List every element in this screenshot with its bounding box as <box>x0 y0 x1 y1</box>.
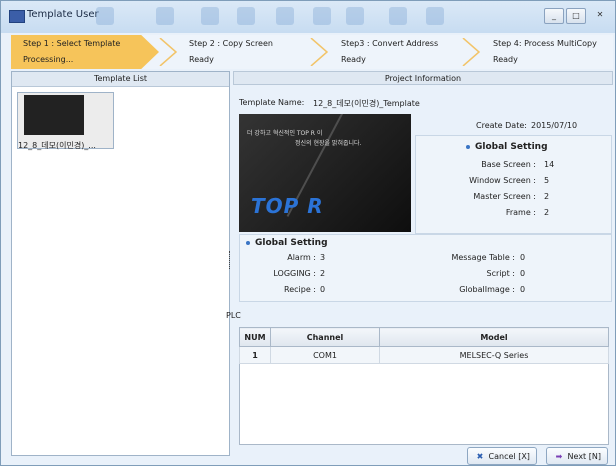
setting-value: 0 <box>520 253 526 262</box>
setting-value: 5 <box>544 176 550 185</box>
next-arrow-icon: ➡ <box>555 452 563 461</box>
toolbar-ghost-icon <box>346 7 364 25</box>
step-3: Step3 : Convert Address Ready <box>329 35 469 69</box>
toolbar-ghost-icon <box>96 7 114 25</box>
plc-model-cell[interactable]: MELSEC-Q Series <box>379 346 609 364</box>
step-label: Step 4: Process MultiCopy <box>493 39 597 48</box>
step-status: Processing... <box>23 55 74 64</box>
window-title: Template User <box>27 9 99 20</box>
global-setting-title: Global Setting <box>246 238 328 248</box>
setting-value: 2 <box>544 208 550 217</box>
column-header-channel[interactable]: Channel <box>270 327 380 347</box>
setting-value: 2 <box>544 192 550 201</box>
setting-label: Alarm : <box>287 253 316 262</box>
template-preview-image: 더 강하고 혁신적인 TOP R 이 정신의 현장을 밝혀줍니다. TOP R <box>239 114 411 232</box>
next-button[interactable]: ➡ Next [N] <box>546 447 608 465</box>
create-date-value: 2015/07/10 <box>531 121 578 130</box>
setting-label: Frame : <box>505 208 536 217</box>
toolbar-ghost-icon <box>237 7 255 25</box>
setting-label: GlobalImage : <box>459 285 515 294</box>
chevron-icon <box>310 38 329 66</box>
plc-num-cell[interactable]: 1 <box>239 346 271 364</box>
chevron-icon <box>159 38 178 66</box>
cancel-button-label: Cancel [X] <box>488 452 530 461</box>
toolbar-ghost-icon <box>426 7 444 25</box>
topr-logo: TOP R <box>251 194 324 218</box>
column-header-num[interactable]: NUM <box>239 327 271 347</box>
column-header-model[interactable]: Model <box>379 327 609 347</box>
preview-tagline: 정신의 현장을 밝혀줍니다. <box>295 140 362 147</box>
step-1: Step 1 : Select Template Processing... <box>11 35 159 69</box>
setting-value: 0 <box>320 285 326 294</box>
template-user-window: Template User _ □ ✕ Step 1 : Select Temp… <box>0 0 616 466</box>
template-name-label: Template Name: <box>239 98 305 107</box>
global-setting-box-2: Global Setting Alarm : 3 LOGGING : 2 Rec… <box>239 234 612 302</box>
table-row[interactable]: 1 COM1 MELSEC-Q Series <box>239 346 609 364</box>
setting-label: Window Screen : <box>469 176 536 185</box>
setting-label: Script : <box>486 269 515 278</box>
template-list-panel: Template List 12_8_데모(이민경)_... <box>11 71 230 456</box>
setting-label: Recipe : <box>284 285 316 294</box>
title-bar: Template User _ □ ✕ <box>1 1 615 33</box>
maximize-button[interactable]: □ <box>566 8 586 24</box>
setting-value: 14 <box>544 160 555 169</box>
setting-value: 0 <box>520 269 526 278</box>
chevron-icon <box>462 38 481 66</box>
toolbar-ghost-icon <box>389 7 407 25</box>
table-header-row: NUM Channel Model <box>239 327 609 347</box>
step-status: Ready <box>189 55 214 64</box>
cancel-button[interactable]: ✖ Cancel [X] <box>467 447 537 465</box>
step-4: Step 4: Process MultiCopy Ready <box>481 35 613 69</box>
step-status: Ready <box>493 55 518 64</box>
toolbar-ghost-icon <box>276 7 294 25</box>
step-label: Step 1 : Select Template <box>23 39 121 48</box>
wizard-steps: Step 1 : Select Template Processing... S… <box>11 35 613 69</box>
next-button-label: Next [N] <box>567 452 601 461</box>
setting-value: 3 <box>320 253 326 262</box>
minimize-button[interactable]: _ <box>544 8 564 24</box>
toolbar-ghost-icon <box>313 7 331 25</box>
setting-value: 2 <box>320 269 326 278</box>
plc-channel-cell[interactable]: COM1 <box>270 346 380 364</box>
global-setting-title: Global Setting <box>466 142 548 152</box>
template-name-value: 12_8_데모(이민경)_Template <box>313 99 420 108</box>
bullet-icon <box>466 144 470 149</box>
close-button[interactable]: ✕ <box>591 8 609 22</box>
setting-value: 0 <box>520 285 526 294</box>
step-2: Step 2 : Copy Screen Ready <box>177 35 317 69</box>
plc-label: PLC <box>226 311 241 320</box>
toolbar-ghost-icon <box>156 7 174 25</box>
create-date-label: Create Date: <box>476 121 527 130</box>
setting-label: Base Screen : <box>481 160 536 169</box>
global-setting-box-1: Global Setting Base Screen : 14 Window S… <box>415 135 612 234</box>
app-icon <box>9 10 25 23</box>
step-label: Step3 : Convert Address <box>341 39 439 48</box>
template-list-header: Template List <box>12 72 229 87</box>
setting-label: Message Table : <box>451 253 515 262</box>
thumbnail-image <box>24 95 84 135</box>
panel-splitter[interactable] <box>229 251 232 269</box>
step-label: Step 2 : Copy Screen <box>189 39 273 48</box>
project-info-panel: Project Information Template Name: 12_8_… <box>226 71 613 456</box>
setting-label: LOGGING : <box>273 269 316 278</box>
bullet-icon <box>246 240 250 245</box>
project-info-header: Project Information <box>233 71 613 85</box>
setting-label: Master Screen : <box>473 192 536 201</box>
step-status: Ready <box>341 55 366 64</box>
cancel-icon: ✖ <box>476 452 484 461</box>
template-item-name[interactable]: 12_8_데모(이민경)_... <box>18 140 118 151</box>
plc-table: NUM Channel Model 1 COM1 MELSEC-Q Series <box>239 327 609 364</box>
toolbar-ghost-icon <box>201 7 219 25</box>
preview-tagline: 더 강하고 혁신적인 TOP R 이 <box>247 130 323 137</box>
